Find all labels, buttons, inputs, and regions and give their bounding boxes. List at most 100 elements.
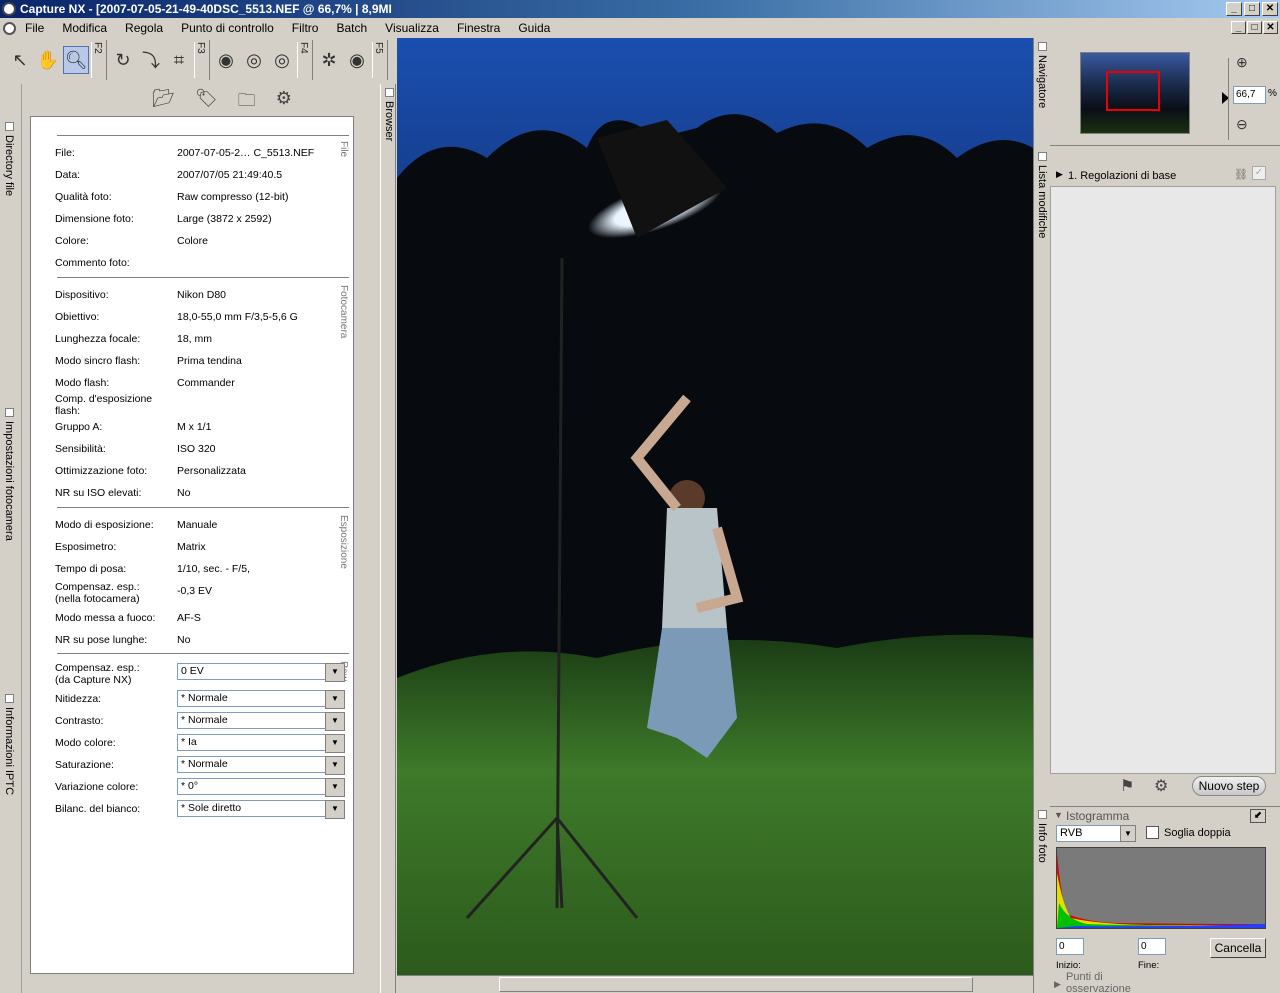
tab-directory-file[interactable]: Directory file [3,122,15,196]
device-value: Nikon D80 [177,289,227,301]
exposure-mode-value: Manuale [177,519,218,531]
size-value: Large (3872 x 2592) [177,213,272,225]
zoom-in-icon[interactable]: ⊕ [1236,54,1248,71]
navigator-viewport[interactable] [1106,71,1160,111]
zoom-tool-icon[interactable]: 🔍︎ [63,46,89,74]
photo-canvas[interactable] [397,38,1033,975]
histogram-graph[interactable] [1056,847,1266,929]
menu-regola[interactable]: Regola [116,21,172,35]
black-point-icon[interactable]: ◉ [213,46,239,74]
date-label: Data: [55,169,81,181]
edit-list-area [1050,186,1276,774]
crop-tool-icon[interactable]: ⌗ [166,46,192,74]
photo-image [397,38,1033,975]
end-label: Fine: [1138,960,1160,971]
white-balance-select[interactable]: * Sole diretto [177,800,345,819]
folder-settings-icon[interactable]: 🗀 [238,88,256,118]
tab-edit-list[interactable]: Lista modifiche [1036,152,1048,238]
open-folder-icon[interactable]: 📂︎ [152,88,175,118]
tab-browser[interactable]: Browser [383,88,395,141]
dual-threshold-checkbox[interactable] [1146,826,1159,839]
tag-icon[interactable]: 🏷︎ [195,88,218,118]
link-icon[interactable]: ⛓ [1234,168,1248,181]
metadata-list: File File: 2007-07-05-2… C_5513.NEF Data… [30,116,354,974]
saturation-select[interactable]: * Normale [177,756,345,775]
gear-icon[interactable]: ⚙ [276,88,292,118]
menu-punto-di-controllo[interactable]: Punto di controllo [172,21,283,35]
histogram-title: Istogramma [1066,809,1130,823]
exp-comp-select[interactable]: 0 EV [177,663,345,682]
hue-select[interactable]: * 0° [177,778,345,797]
white-point-icon[interactable]: ◎ [241,46,267,74]
doc-icon[interactable] [3,21,16,35]
neutral-point-icon[interactable]: ◎ [269,46,295,74]
cancel-button[interactable]: Cancella [1210,938,1266,958]
zoom-out-icon[interactable]: ⊖ [1236,116,1248,133]
menu-file[interactable]: File [16,21,53,35]
select-tool-icon[interactable]: ↖ [7,46,33,74]
white-balance-label: Bilanc. del bianco: [55,803,141,815]
tab-camera-settings[interactable]: Impostazioni fotocamera [3,408,15,541]
title-bar: Capture NX - [2007-07-05-21-49-40DSC_551… [0,0,1280,18]
section-camera-label: Fotocamera [338,285,349,339]
expand-arrow-icon[interactable]: ▶ [1056,169,1063,180]
nr-iso-value: No [177,487,191,499]
right-tab-strip: Navigatore Lista modifiche Info foto [1033,38,1049,993]
navigator-thumbnail[interactable] [1080,52,1190,134]
horizontal-scrollbar[interactable] [397,975,1033,993]
app-icon [2,2,16,16]
channel-dropdown-arrow-icon[interactable]: ▼ [1120,825,1136,842]
zoom-slider[interactable] [1228,58,1229,140]
file-label: File: [55,147,75,159]
date-value: 2007/07/05 21:49:40.5 [177,169,283,181]
contrast-select[interactable]: * Normale [177,712,345,731]
collapse-arrow-icon[interactable]: ▼ [1054,810,1063,820]
section-exposure-label: Esposizione [338,515,349,569]
watch-points-arrow-icon[interactable]: ▶ [1054,979,1061,990]
start-input[interactable]: 0 [1056,938,1084,955]
menu-batch[interactable]: Batch [327,21,376,35]
tab-iptc-info[interactable]: Informazioni IPTC [3,694,15,795]
device-label: Dispositivo: [55,289,109,301]
menu-filtro[interactable]: Filtro [283,21,328,35]
doc-close-button[interactable]: ✕ [1263,21,1278,34]
end-input[interactable]: 0 [1138,938,1166,955]
flash-comp-label: Comp. d'esposizione flash: [55,393,153,417]
color-mode-select[interactable]: * Ia [177,734,345,753]
flag-icon[interactable]: ⚑ [1120,776,1134,796]
optimize-label: Ottimizzazione foto: [55,465,148,477]
eyedropper-icon[interactable]: ⬋ [1250,809,1266,823]
tab-photo-info[interactable]: Info foto [1036,810,1048,863]
menu-modifica[interactable]: Modifica [53,21,116,35]
zoom-input[interactable]: 66,7 [1233,86,1266,104]
doc-minimize-button[interactable]: _ [1231,21,1246,34]
minimize-button[interactable]: _ [1226,2,1242,16]
watch-points-label[interactable]: Punti di osservazione [1066,971,1156,993]
sharpness-select[interactable]: * Normale [177,690,345,709]
menu-finestra[interactable]: Finestra [448,21,509,35]
straighten-tool-icon[interactable]: ⤵ [138,46,164,74]
doc-restore-button[interactable]: □ [1247,21,1262,34]
menu-bar: File Modifica Regola Punto di controllo … [0,18,1280,38]
color-value: Colore [177,235,208,247]
tab-navigator[interactable]: Navigatore [1036,42,1048,108]
scrollbar-thumb[interactable] [499,977,973,992]
eye-tool-icon[interactable]: ◉ [344,46,370,74]
new-step-button[interactable]: Nuovo step [1192,776,1266,796]
close-button[interactable]: ✕ [1262,2,1278,16]
fkey-f3: F3 [194,42,206,78]
gear-settings-icon[interactable]: ⚙ [1154,776,1168,796]
comment-label: Commento foto: [55,257,130,269]
hand-tool-icon[interactable]: ✋ [35,46,61,74]
step-title[interactable]: 1. Regolazioni di base [1068,170,1176,182]
red-eye-tool-icon[interactable]: ✲ [316,46,342,74]
focus-mode-value: AF-S [177,612,201,624]
rotate-tool-icon[interactable]: ↻ [110,46,136,74]
saturation-label: Saturazione: [55,759,114,771]
menu-guida[interactable]: Guida [509,21,559,35]
maximize-button[interactable]: □ [1244,2,1260,16]
menu-visualizza[interactable]: Visualizza [376,21,448,35]
flash-sync-label: Modo sincro flash: [55,355,141,367]
step-checkbox[interactable]: ✓ [1252,166,1266,180]
hue-label: Variazione colore: [55,781,139,793]
